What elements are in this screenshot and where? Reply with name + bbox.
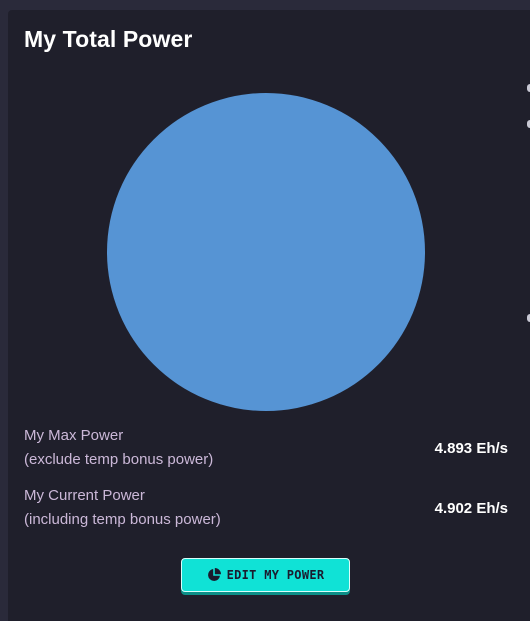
max-power-row: My Max Power (exclude temp bonus power) … — [24, 424, 508, 472]
current-power-label-title: My Current Power — [24, 487, 145, 504]
max-power-value: 4.893 Eh/s — [434, 439, 508, 457]
current-power-label: My Current Power (including temp bonus p… — [24, 484, 221, 532]
pie-chart — [107, 93, 425, 411]
edit-my-power-button[interactable]: EDIT MY POWER — [181, 558, 350, 592]
total-power-card: My Total Power My Max Power (exclude tem… — [8, 10, 530, 621]
current-power-label-note: (including temp bonus power) — [24, 511, 221, 528]
current-power-row: My Current Power (including temp bonus p… — [24, 484, 508, 532]
page: My Total Power My Max Power (exclude tem… — [0, 0, 530, 621]
max-power-label-title: My Max Power — [24, 427, 124, 444]
power-chart — [8, 10, 530, 430]
max-power-label-note: (exclude temp bonus power) — [24, 451, 214, 468]
edit-my-power-label: EDIT MY POWER — [226, 568, 325, 582]
current-power-value: 4.902 Eh/s — [434, 499, 508, 517]
pie-chart-icon — [207, 568, 221, 582]
pie-slice[interactable] — [107, 93, 425, 411]
max-power-label: My Max Power (exclude temp bonus power) — [24, 424, 213, 472]
